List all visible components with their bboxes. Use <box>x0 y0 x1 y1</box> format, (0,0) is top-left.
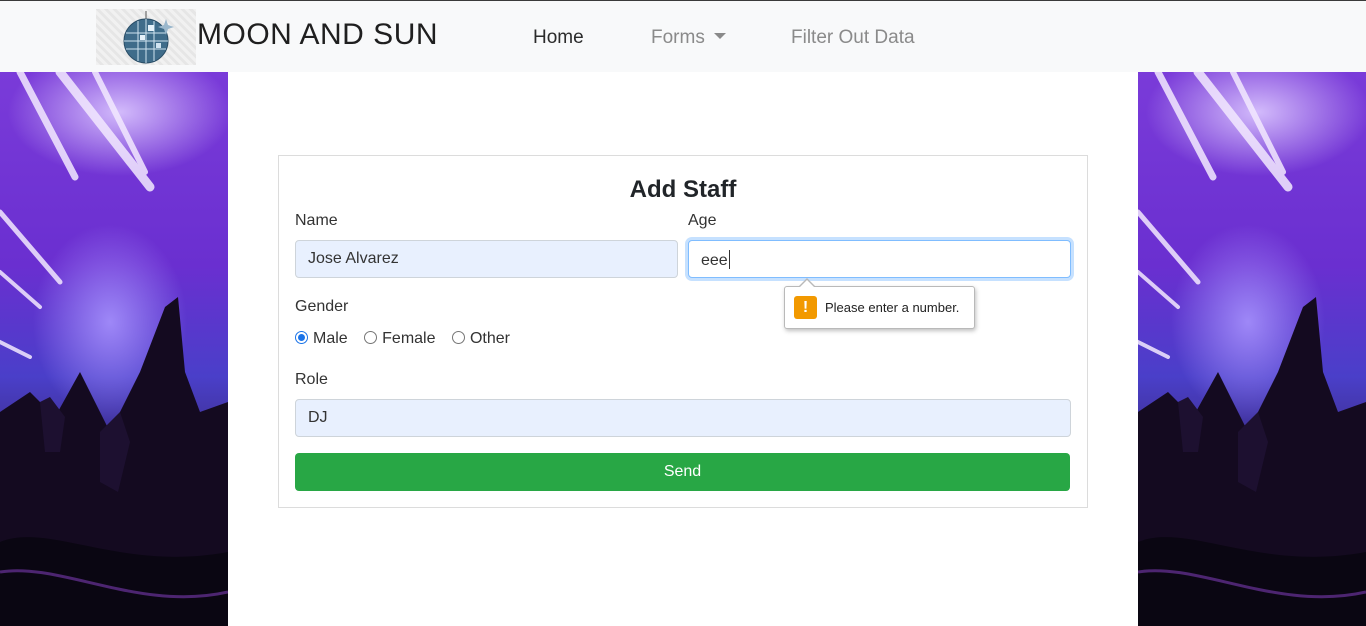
radio-button-checked[interactable] <box>295 331 308 344</box>
role-input-value: DJ <box>308 409 328 426</box>
disco-ball-logo[interactable] <box>96 9 196 65</box>
add-staff-form: Add Staff Name Jose Alvarez Age eee Gend… <box>278 155 1088 508</box>
validation-message: Please enter a number. <box>825 300 960 315</box>
brand-name[interactable]: MOON AND SUN <box>197 18 438 52</box>
gender-option-male[interactable]: Male <box>295 330 348 348</box>
send-button[interactable]: Send <box>295 453 1070 491</box>
radio-button[interactable] <box>451 331 465 344</box>
nav-filter-out-data[interactable]: Filter Out Data <box>791 27 915 49</box>
form-title: Add Staff <box>629 176 737 203</box>
gender-radio-group: Male Female Other <box>295 330 522 348</box>
caret-down-icon <box>713 33 726 39</box>
role-input[interactable]: DJ <box>295 399 1071 437</box>
gender-label: Gender <box>295 298 349 315</box>
gender-option-female[interactable]: Female <box>364 330 436 348</box>
age-input-value: eee <box>701 252 728 269</box>
radio-button[interactable] <box>364 331 378 344</box>
age-label: Age <box>688 212 717 229</box>
role-label: Role <box>295 371 328 388</box>
gender-option-other[interactable]: Other <box>451 330 510 348</box>
validation-tooltip: ! Please enter a number. <box>784 278 975 329</box>
name-input-value: Jose Alvarez <box>308 250 399 267</box>
concert-background-right <box>1138 72 1366 626</box>
name-label: Name <box>295 212 338 229</box>
age-input[interactable]: eee <box>688 240 1071 278</box>
name-input[interactable]: Jose Alvarez <box>295 240 678 278</box>
nav-forms-label: Forms <box>651 27 705 48</box>
nav-home[interactable]: Home <box>533 27 584 49</box>
nav-forms-dropdown[interactable]: Forms <box>651 27 726 49</box>
navbar: MOON AND SUN Home Forms Filter Out Data <box>0 1 1366 72</box>
concert-background-left <box>0 72 228 626</box>
warning-icon: ! <box>794 296 817 319</box>
text-cursor <box>728 250 730 269</box>
